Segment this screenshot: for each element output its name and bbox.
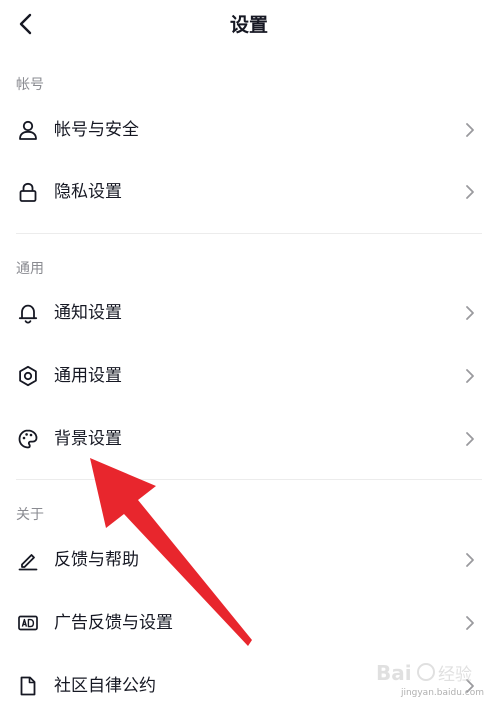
row-feedback-help[interactable]: 反馈与帮助 <box>0 532 498 588</box>
chevron-right-icon <box>464 431 476 447</box>
section-divider <box>16 479 482 480</box>
chevron-right-icon <box>464 305 476 321</box>
document-icon <box>16 674 40 698</box>
chevron-right-icon <box>464 615 476 631</box>
chevron-right-icon <box>464 368 476 384</box>
section-label-account: 帐号 <box>16 77 44 93</box>
row-label: 社区自律公约 <box>54 676 156 696</box>
row-label: 帐号与安全 <box>54 120 139 140</box>
row-notification-settings[interactable]: 通知设置 <box>0 285 498 341</box>
row-privacy-settings[interactable]: 隐私设置 <box>0 164 498 220</box>
section-divider <box>16 233 482 234</box>
lock-icon <box>16 180 40 204</box>
row-label: 反馈与帮助 <box>54 550 139 570</box>
svg-text:经验: 经验 <box>438 665 472 685</box>
section-label-general: 通用 <box>16 261 44 277</box>
watermark-url: jingyan.baidu.com <box>400 688 484 698</box>
page-title: 设置 <box>229 14 268 36</box>
row-label: 通用设置 <box>54 366 122 386</box>
gear-icon <box>16 364 40 388</box>
row-label: 通知设置 <box>54 303 122 323</box>
row-label: 隐私设置 <box>54 182 122 202</box>
chevron-right-icon <box>464 184 476 200</box>
chevron-right-icon <box>464 552 476 568</box>
person-icon <box>16 118 40 142</box>
row-account-security[interactable]: 帐号与安全 <box>0 102 498 158</box>
row-background-settings[interactable]: 背景设置 <box>0 411 498 467</box>
row-label: 广告反馈与设置 <box>54 613 173 633</box>
ad-icon <box>16 611 40 635</box>
bell-icon <box>16 301 40 325</box>
row-general-settings[interactable]: 通用设置 <box>0 348 498 404</box>
pencil-icon <box>16 548 40 572</box>
row-ad-feedback-settings[interactable]: 广告反馈与设置 <box>0 595 498 651</box>
row-label: 背景设置 <box>54 429 122 449</box>
svg-text:Bai: Bai <box>376 661 412 685</box>
section-label-about: 关于 <box>16 507 44 523</box>
chevron-right-icon <box>464 122 476 138</box>
header-bar: 设置 <box>0 0 498 48</box>
palette-icon <box>16 427 40 451</box>
